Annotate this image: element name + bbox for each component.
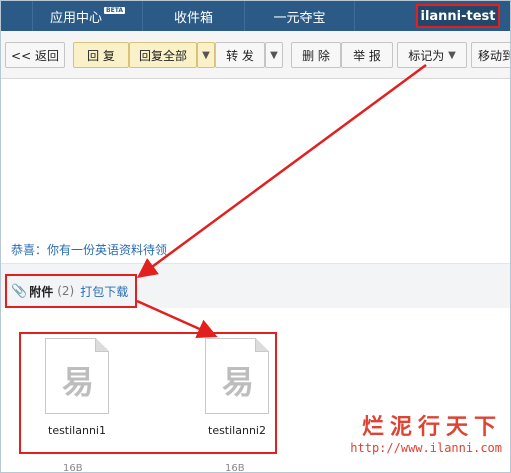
move-to-button[interactable]: 移动到 [471,42,510,68]
mail-window: 应用中心 BETA 收件箱 一元夺宝 ilanni-test << 返回 回 复 … [0,0,511,473]
mail-toolbar: << 返回 回 复 回复全部 ▼ 转 发 ▼ 删 除 举 报 标记为 ▼ 移动到 [1,31,510,79]
attachment-count: (2) [57,284,75,298]
reply-all-button[interactable]: 回复全部 [129,42,197,68]
attachment-item[interactable]: 易 testilanni2 [187,338,287,437]
beta-badge: BETA [104,6,125,14]
arrow-to-attachments [136,63,427,278]
watermark: 烂泥行天下 http://www.ilanni.com [350,409,502,455]
file-icon: 易 [205,338,269,414]
mark-as-label: 标记为 [408,48,445,63]
tab-inbox[interactable]: 收件箱 [143,1,245,31]
watermark-title: 烂泥行天下 [361,414,502,440]
reply-dropdown-button[interactable]: ▼ [197,42,215,68]
forward-button[interactable]: 转 发 [215,42,265,68]
back-button[interactable]: << 返回 [5,42,65,68]
file-size: 16B [225,463,245,473]
tab-blank[interactable] [1,1,33,31]
mark-as-button[interactable]: 标记为 ▼ [397,42,467,68]
tab-ilanni-test[interactable]: ilanni-test [416,4,500,28]
top-nav: 应用中心 BETA 收件箱 一元夺宝 ilanni-test [1,1,510,31]
attachment-title: 附件 [29,284,54,299]
file-name: testilanni2 [208,424,266,437]
report-button[interactable]: 举 报 [341,42,393,68]
attachment-header: 📎 附件 (2) 打包下载 [5,274,137,308]
delete-button[interactable]: 删 除 [291,42,341,68]
tab-app-center[interactable]: 应用中心 BETA [33,1,143,31]
tab-one-yuan-label: 一元夺宝 [273,10,326,26]
tab-app-center-label: 应用中心 [50,10,103,26]
chevron-down-icon: ▼ [448,49,456,61]
reply-button[interactable]: 回 复 [73,42,129,68]
tab-one-yuan[interactable]: 一元夺宝 [245,1,355,31]
file-size: 16B [63,463,83,473]
promo-link[interactable]: 恭喜：你有一份英语资料待领 [11,241,167,258]
attachment-item[interactable]: 易 testilanni1 [27,338,127,437]
watermark-url: http://www.ilanni.com [350,441,502,455]
tab-inbox-label: 收件箱 [173,10,213,26]
file-name: testilanni1 [48,424,106,437]
forward-dropdown-button[interactable]: ▼ [265,42,283,68]
file-icon: 易 [45,338,109,414]
chevron-down-icon: ▼ [270,49,278,61]
chevron-down-icon: ▼ [202,49,210,61]
attachment-files: 易 testilanni1 易 testilanni2 [19,332,277,454]
download-all-link[interactable]: 打包下载 [80,283,128,300]
paperclip-icon: 📎 [11,283,28,299]
